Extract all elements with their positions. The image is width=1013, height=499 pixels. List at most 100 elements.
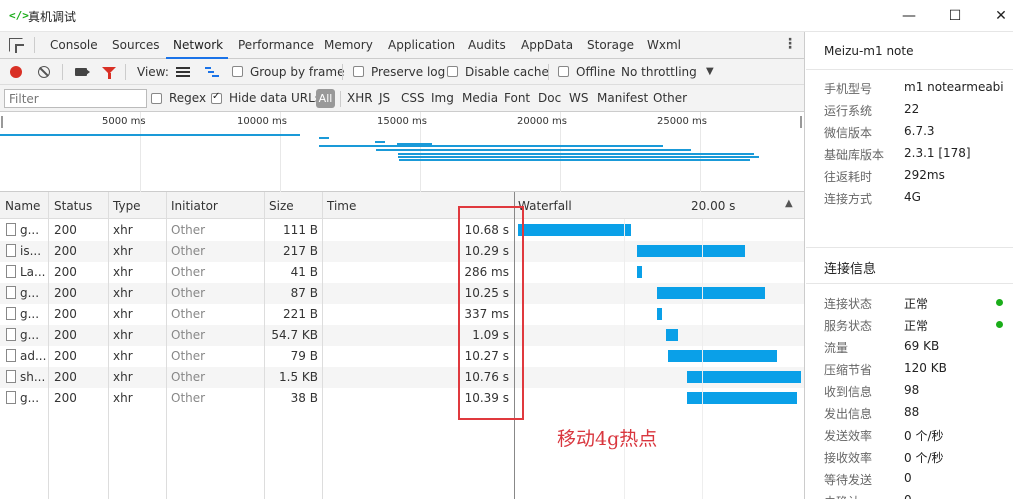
network-toolbar: View: Group by frame Preserve log Disabl…	[0, 59, 804, 85]
connection-value: 0 个/秒	[904, 429, 944, 443]
filter-type-font[interactable]: Font	[504, 91, 530, 105]
column-header-type[interactable]: Type	[113, 199, 141, 213]
table-row[interactable]: g... 200 xhr Other 87 B 10.25 s	[0, 283, 804, 304]
screenshot-camera-icon[interactable]	[75, 68, 90, 76]
preserve-log-checkbox[interactable]	[353, 66, 364, 77]
toolbar-divider	[62, 64, 63, 80]
clear-icon[interactable]	[38, 66, 50, 78]
hide-data-urls-label: Hide data URLs	[229, 91, 322, 105]
overview-bar	[319, 137, 329, 139]
request-name: is...	[20, 244, 42, 258]
preserve-log-label: Preserve log	[371, 65, 446, 79]
group-by-frame-checkbox[interactable]	[232, 66, 243, 77]
window-titlebar: </> 真机调试 — ☐ ✕	[0, 0, 1013, 32]
request-status: 200	[54, 244, 77, 258]
view-label: View:	[137, 65, 169, 79]
hide-data-urls-checkbox[interactable]	[211, 91, 222, 104]
filter-type-media[interactable]: Media	[462, 91, 498, 105]
column-header-initiator[interactable]: Initiator	[171, 199, 218, 213]
request-initiator: Other	[171, 328, 206, 342]
tab-performance[interactable]: Performance	[238, 38, 314, 52]
column-header-size[interactable]: Size	[269, 199, 294, 213]
chevron-down-icon[interactable]: ▼	[706, 66, 714, 77]
table-row[interactable]: g... 200 xhr Other 111 B 10.68 s	[0, 220, 804, 241]
tab-application[interactable]: Application	[388, 38, 455, 52]
regex-checkbox[interactable]	[151, 93, 162, 104]
column-header-status[interactable]: Status	[54, 199, 92, 213]
close-button[interactable]: ✕	[991, 6, 1011, 26]
table-header: Name Status Type Initiator Size Time Wat…	[0, 192, 804, 219]
request-status: 200	[54, 286, 77, 300]
tab-sources[interactable]: Sources	[112, 38, 159, 52]
table-row[interactable]: ad... 200 xhr Other 79 B 10.27 s	[0, 346, 804, 367]
request-initiator: Other	[171, 223, 206, 237]
overview-bar	[399, 159, 750, 161]
request-name: La...	[20, 265, 46, 279]
device-info-value: 292ms	[904, 168, 945, 182]
offline-checkbox[interactable]	[558, 66, 569, 77]
table-row[interactable]: sh... 200 xhr Other 1.5 KB 10.76 s	[0, 367, 804, 388]
file-icon	[6, 349, 16, 362]
device-info-value: 6.7.3	[904, 124, 935, 138]
filter-type-all[interactable]: All	[316, 89, 335, 108]
filter-type-js[interactable]: JS	[379, 91, 390, 105]
column-header-waterfall[interactable]: Waterfall	[518, 199, 572, 213]
annotation-text: 移动4g热点	[557, 428, 658, 450]
filter-type-xhr[interactable]: XHR	[347, 91, 373, 105]
table-row[interactable]: La... 200 xhr Other 41 B 286 ms	[0, 262, 804, 283]
connection-value: 0	[904, 493, 1004, 499]
request-status: 200	[54, 349, 77, 363]
connection-label: 连接状态	[824, 297, 873, 311]
overview-bar	[319, 145, 663, 147]
waterfall-tick: 20.00 s	[691, 199, 736, 213]
column-header-time[interactable]: Time	[327, 199, 356, 213]
disable-cache-checkbox[interactable]	[447, 66, 458, 77]
overview-waterfall-icon[interactable]	[205, 67, 219, 77]
overview-tick: 25000 ms	[657, 116, 707, 127]
large-rows-icon[interactable]	[176, 67, 190, 77]
filter-type-manifest[interactable]: Manifest	[597, 91, 648, 105]
connection-value: 0 个/秒	[904, 451, 944, 465]
filter-type-css[interactable]: CSS	[401, 91, 425, 105]
filter-funnel-icon[interactable]	[102, 67, 116, 79]
more-options-icon[interactable]: ⋮	[783, 36, 797, 52]
overview-bar	[375, 141, 385, 143]
request-type: xhr	[113, 286, 133, 300]
timeline-overview[interactable]: 5000 ms 10000 ms 15000 ms 20000 ms 25000…	[0, 112, 804, 192]
table-row[interactable]: g... 200 xhr Other 54.7 KB 1.09 s	[0, 325, 804, 346]
filter-input[interactable]	[4, 89, 147, 108]
minimize-button[interactable]: —	[899, 6, 919, 26]
tab-wxml[interactable]: Wxml	[647, 38, 681, 52]
filter-type-other[interactable]: Other	[653, 91, 687, 105]
request-initiator: Other	[171, 307, 206, 321]
table-row[interactable]: g... 200 xhr Other 38 B 10.39 s	[0, 388, 804, 409]
file-icon	[6, 370, 16, 383]
record-icon[interactable]	[10, 66, 22, 78]
file-icon	[6, 286, 16, 299]
request-type: xhr	[113, 265, 133, 279]
tab-storage[interactable]: Storage	[587, 38, 634, 52]
table-row[interactable]: g... 200 xhr Other 221 B 337 ms	[0, 304, 804, 325]
connection-label: 流量	[824, 341, 849, 355]
tab-appdata[interactable]: AppData	[521, 38, 573, 52]
filter-type-img[interactable]: Img	[431, 91, 454, 105]
tab-memory[interactable]: Memory	[324, 38, 373, 52]
sort-ascending-icon[interactable]: ▲	[785, 198, 793, 209]
file-icon	[6, 244, 16, 257]
devtools-tabbar: Console Sources Network Performance Memo…	[0, 32, 804, 59]
throttling-select[interactable]: No throttling	[621, 65, 697, 79]
request-initiator: Other	[171, 286, 206, 300]
tab-console[interactable]: Console	[50, 38, 98, 52]
connection-value: 88	[904, 405, 920, 419]
table-row[interactable]: is... 200 xhr Other 217 B 10.29 s	[0, 241, 804, 262]
filter-type-doc[interactable]: Doc	[538, 91, 561, 105]
overview-right-handle[interactable]	[800, 116, 802, 128]
overview-left-handle[interactable]	[1, 116, 3, 128]
connection-label: 压缩节省	[824, 363, 873, 377]
maximize-button[interactable]: ☐	[945, 6, 965, 26]
filter-type-ws[interactable]: WS	[569, 91, 588, 105]
inspect-element-icon[interactable]	[9, 38, 23, 52]
tab-audits[interactable]: Audits	[468, 38, 506, 52]
column-header-name[interactable]: Name	[5, 199, 40, 213]
tab-network[interactable]: Network	[173, 38, 223, 52]
